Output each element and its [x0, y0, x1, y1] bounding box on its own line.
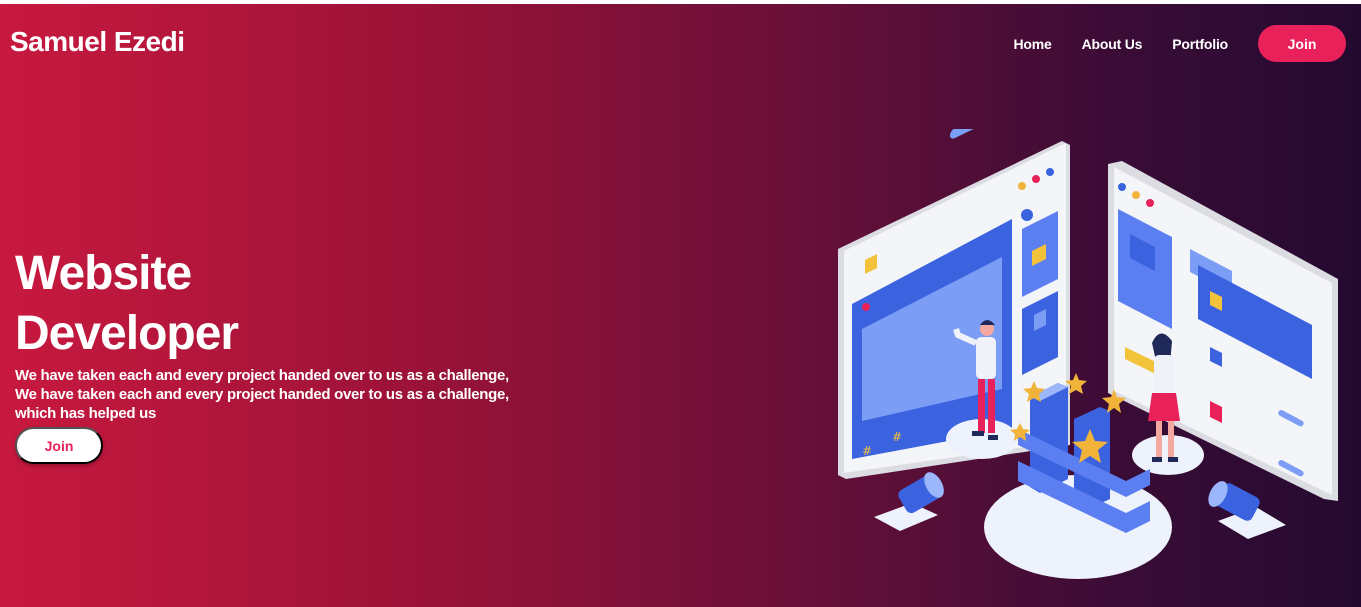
svg-text:#: # — [862, 444, 872, 458]
hero-title-line1: Website — [15, 247, 192, 300]
nav-about-link[interactable]: About Us — [1082, 36, 1143, 52]
hero-section: Samuel Ezedi Home About Us Portfolio Joi… — [0, 4, 1361, 607]
developer-workspace-illustration-icon: # # — [838, 129, 1338, 579]
hero-description-line: We have taken each and every project han… — [15, 367, 509, 384]
brand-logo[interactable]: Samuel Ezedi — [10, 26, 185, 58]
main-nav: Home About Us Portfolio Join — [984, 25, 1346, 62]
hero-join-button[interactable]: Join — [15, 427, 103, 464]
hero-description-line: We have taken each and every project han… — [15, 386, 509, 403]
nav-join-button[interactable]: Join — [1258, 25, 1346, 62]
hero-title-line2: Developer — [15, 307, 239, 360]
nav-portfolio-link[interactable]: Portfolio — [1172, 36, 1228, 52]
svg-text:#: # — [892, 430, 902, 444]
hero-title: Website Developer — [15, 244, 239, 364]
hero-description: We have taken each and every project han… — [15, 366, 525, 423]
hero-description-line: which has helped us — [15, 405, 156, 422]
nav-home-link[interactable]: Home — [1014, 36, 1052, 52]
